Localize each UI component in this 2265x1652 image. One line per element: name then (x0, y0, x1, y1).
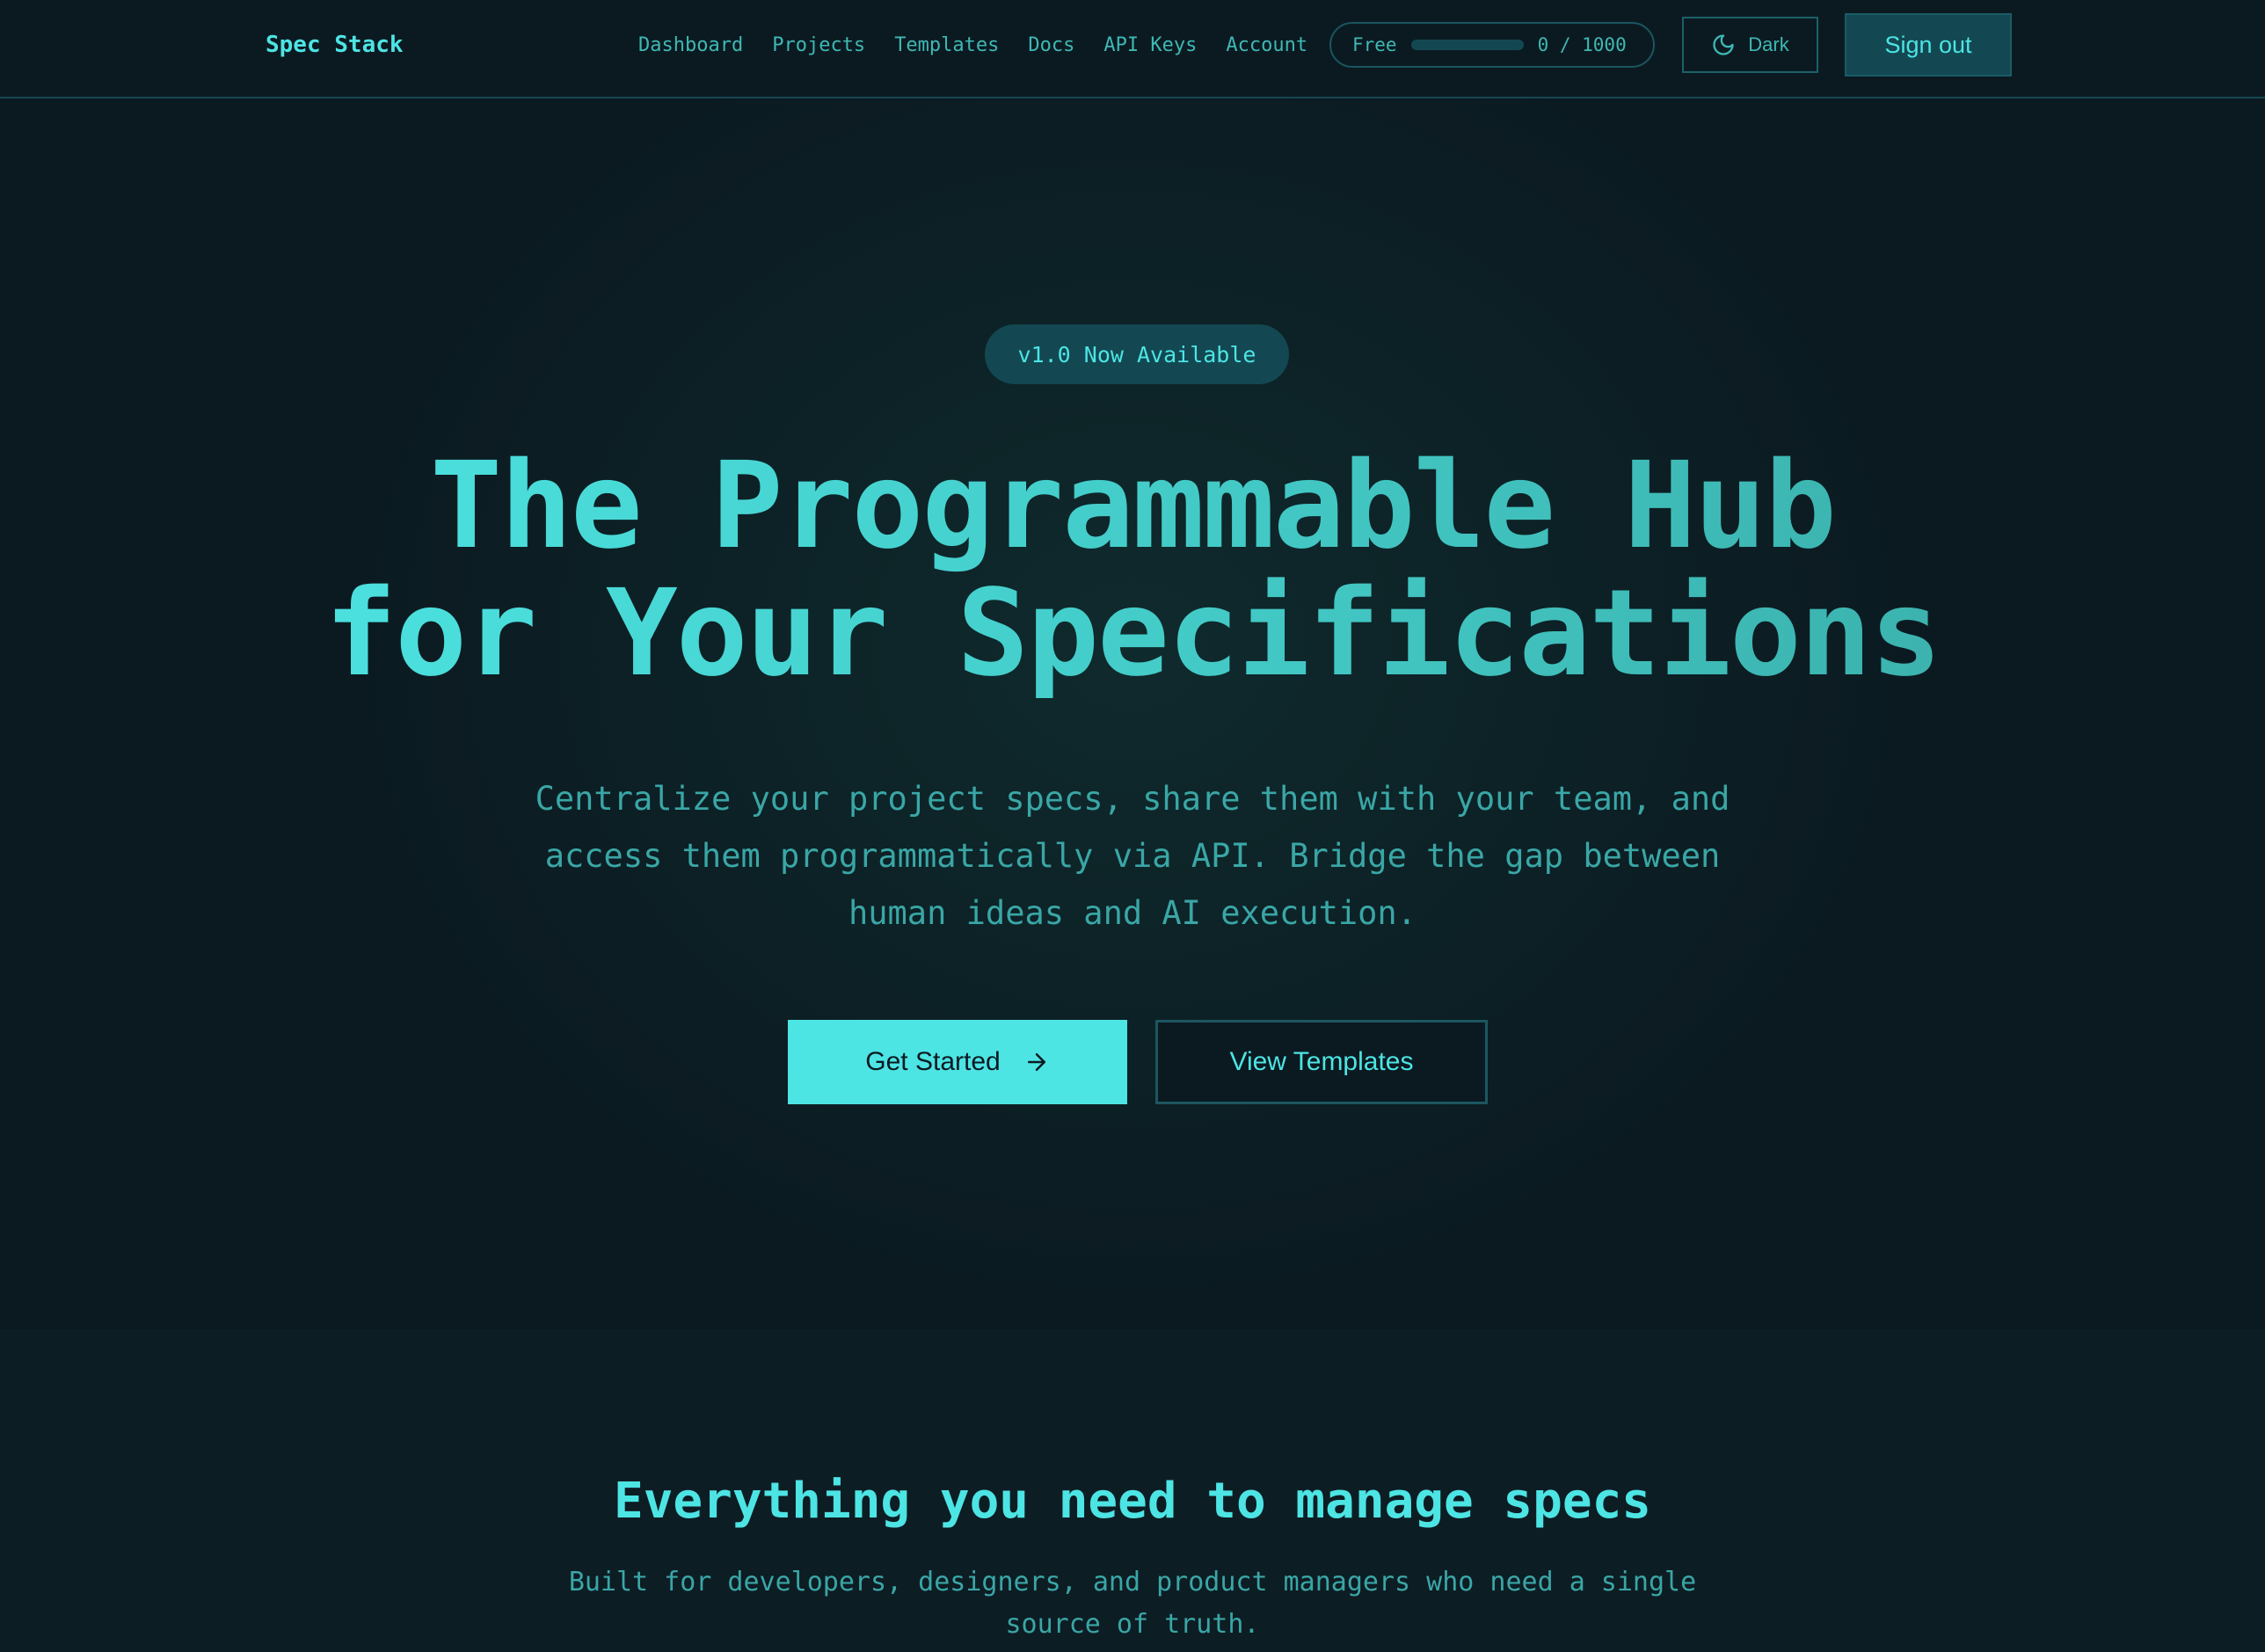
moon-icon (1711, 33, 1736, 57)
top-nav: Spec Stack Dashboard Projects Templates … (0, 0, 2265, 98)
nav-link-account[interactable]: Account (1226, 34, 1307, 56)
hero-section: v1.0 Now Available The Programmable Hub … (0, 100, 2265, 1329)
usage-count: 0 / 1000 (1537, 34, 1627, 55)
hero-title-line-2: for Your Specifications (324, 564, 1941, 703)
nav-link-docs[interactable]: Docs (1028, 34, 1074, 56)
theme-toggle-button[interactable]: Dark (1682, 17, 1818, 73)
nav-link-projects[interactable]: Projects (772, 34, 865, 56)
sign-out-button[interactable]: Sign out (1845, 13, 2012, 76)
plan-label: Free (1352, 34, 1397, 55)
features-section: Everything you need to manage specs Buil… (0, 1329, 2265, 1652)
features-title: Everything you need to manage specs (613, 1473, 1652, 1530)
get-started-label: Get Started (865, 1047, 1001, 1076)
version-badge: v1.0 Now Available (985, 324, 1289, 384)
brand-logo[interactable]: Spec Stack (266, 0, 404, 90)
hero-subtitle: Centralize your project specs, share the… (535, 780, 1730, 932)
hero-title: The Programmable Hub for Your Specificat… (0, 443, 2265, 698)
theme-toggle-label: Dark (1748, 33, 1789, 55)
view-templates-button[interactable]: View Templates (1155, 1020, 1488, 1104)
usage-meter: Free 0 / 1000 (1329, 22, 1655, 68)
nav-link-dashboard[interactable]: Dashboard (638, 34, 743, 56)
get-started-button[interactable]: Get Started (788, 1020, 1127, 1104)
usage-progress-bar (1410, 40, 1524, 50)
nav-link-templates[interactable]: Templates (894, 34, 999, 56)
nav-link-api-keys[interactable]: API Keys (1103, 34, 1197, 56)
arrow-right-icon (1023, 1049, 1050, 1075)
hero-title-line-1: The Programmable Hub (430, 437, 1835, 576)
nav-links: Dashboard Projects Templates Docs API Ke… (638, 0, 1307, 90)
features-subtitle: Built for developers, designers, and pro… (568, 1567, 1697, 1640)
